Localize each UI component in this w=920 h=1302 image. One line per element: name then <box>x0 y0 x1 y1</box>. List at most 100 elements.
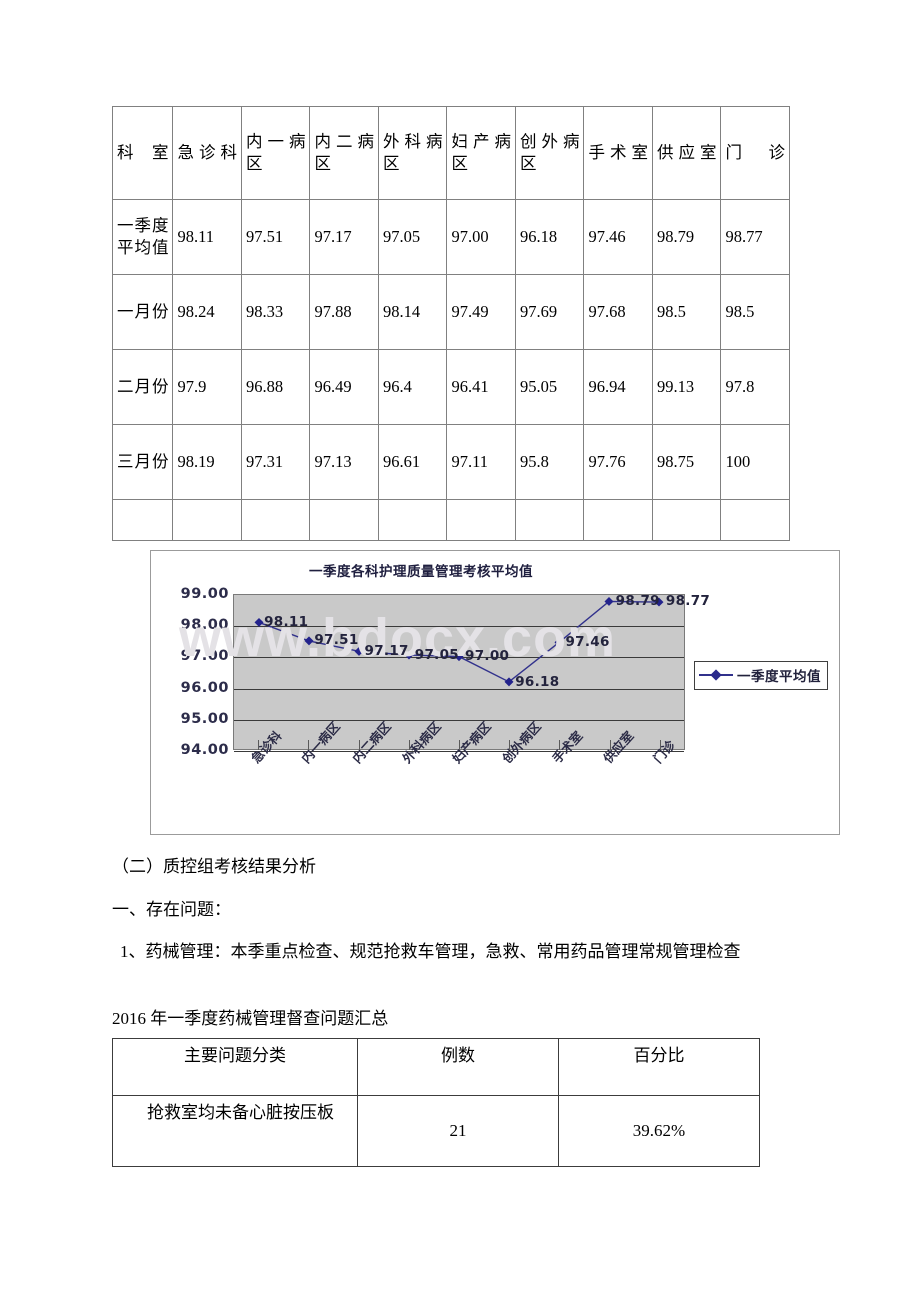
cell-value: 98.5 <box>651 274 722 350</box>
cell-value: 97.17 <box>309 199 379 275</box>
chart-data-label: 97.05 <box>414 646 459 663</box>
empty-cell <box>377 499 448 541</box>
header-cell-supply-room: 供应室 <box>651 106 722 200</box>
cell-value: 96.4 <box>377 349 448 425</box>
table-row-empty <box>111 499 790 541</box>
y-axis-tick-label: 97.00 <box>180 648 229 665</box>
header-percentage: 百分比 <box>558 1038 760 1096</box>
cell-count: 21 <box>357 1095 559 1167</box>
x-axis-tick-mark <box>559 740 560 750</box>
quarterly-scores-table: 科室 急诊科 内一病区 内二病区 外科病区 妇产病区 创外病区 手术室 供应室 … <box>111 106 790 541</box>
table-header-row: 主要问题分类 例数 百分比 <box>112 1038 760 1096</box>
cell-value: 98.5 <box>720 274 790 350</box>
cell-value: 98.11 <box>172 199 242 275</box>
cell-value: 98.24 <box>172 274 242 350</box>
header-label: 妇产病区 <box>451 132 511 173</box>
cell-value: 97.9 <box>172 349 242 425</box>
cell-value: 98.19 <box>172 424 242 500</box>
y-axis-tick-label: 96.00 <box>180 679 229 696</box>
row-label-january: 一月份 <box>111 274 174 350</box>
cell-value: 97.8 <box>720 349 790 425</box>
header-cell-internal-2: 内二病区 <box>309 106 379 200</box>
row-label-quarter-average: 一季度平均值 <box>111 199 174 275</box>
cell-percent: 39.62% <box>558 1095 760 1167</box>
x-axis-tick-mark <box>509 740 510 750</box>
empty-cell <box>240 499 311 541</box>
header-cell-internal-1: 内一病区 <box>240 106 311 200</box>
chart-data-label: 97.51 <box>314 632 359 649</box>
y-axis: 99.00 98.00 97.00 96.00 95.00 94.00 <box>163 586 229 758</box>
chart-data-label: 98.11 <box>264 613 309 630</box>
header-cell-outpatient: 门诊 <box>720 106 790 200</box>
header-label: 供应室 <box>656 143 717 163</box>
empty-cell <box>583 499 653 541</box>
table-row: 抢救室均未备心脏按压板 21 39.62% <box>112 1095 760 1167</box>
section-heading-analysis: （二）质控组考核结果分析 <box>112 857 316 876</box>
chart-data-label: 98.77 <box>665 593 711 610</box>
table-caption-2016-summary: 2016 年一季度药械管理督查问题汇总 <box>112 1009 389 1028</box>
header-cell-surgery-ward: 外科病区 <box>377 106 448 200</box>
header-label: 手术室 <box>588 143 648 163</box>
header-label: 外科病区 <box>382 132 443 173</box>
cell-value: 95.05 <box>514 349 585 425</box>
cell-value: 97.31 <box>240 424 311 500</box>
cell-issue-text: 抢救室均未备心脏按压板 <box>112 1095 358 1167</box>
cell-value: 96.49 <box>309 349 379 425</box>
table-header-row: 科室 急诊科 内一病区 内二病区 外科病区 妇产病区 创外病区 手术室 供应室 … <box>111 106 790 200</box>
cell-value: 99.13 <box>651 349 722 425</box>
chart-title: 一季度各科护理质量管理考核平均值 <box>309 564 533 580</box>
chart-data-label: 97.17 <box>364 643 409 660</box>
y-axis-tick-label: 99.00 <box>180 586 229 602</box>
cell-value: 98.75 <box>651 424 722 500</box>
nursing-quality-line-chart: 一季度各科护理质量管理考核平均值 www.bdocx.com 99.00 98.0… <box>150 550 840 835</box>
cell-value: 96.41 <box>446 349 516 425</box>
empty-cell <box>446 499 516 541</box>
cell-value: 96.88 <box>240 349 311 425</box>
legend-label: 一季度平均值 <box>737 669 821 685</box>
header-label: 内二病区 <box>314 132 374 173</box>
cell-value: 97.88 <box>309 274 379 350</box>
row-label-text: 一月份 <box>117 302 169 322</box>
header-cell-emergency: 急诊科 <box>172 106 242 200</box>
chart-data-label: 97.00 <box>465 648 510 665</box>
issue-summary-table: 主要问题分类 例数 百分比 抢救室均未备心脏按压板 21 39.62% <box>112 1038 760 1167</box>
x-axis-tick-mark <box>258 740 259 750</box>
x-axis-tick-mark <box>610 740 611 750</box>
header-label: 创外病区 <box>519 132 580 173</box>
cell-value: 96.94 <box>583 349 653 425</box>
cell-value: 98.14 <box>377 274 448 350</box>
table-row: 一季度平均值 98.11 97.51 97.17 97.05 97.00 96.… <box>111 199 790 275</box>
row-label-text: 一季度平均值 <box>117 216 169 257</box>
header-label: 门诊 <box>725 143 785 163</box>
x-axis: 急诊科 内一病区 内二病区 外科病区 妇产病区 创外病区 手术室 供应室 门诊 <box>233 719 685 810</box>
cell-value: 97.05 <box>377 199 448 275</box>
header-cell-operating-room: 手术室 <box>583 106 653 200</box>
x-axis-tick-mark <box>459 740 460 750</box>
table-row: 二月份 97.9 96.88 96.49 96.4 96.41 95.05 96… <box>111 349 790 425</box>
cell-value: 97.11 <box>446 424 516 500</box>
row-label-march: 三月份 <box>111 424 174 500</box>
cell-value: 100 <box>720 424 790 500</box>
cell-value: 97.76 <box>583 424 653 500</box>
chart-data-label: 97.46 <box>565 634 610 651</box>
y-axis-tick-label: 94.00 <box>180 742 229 758</box>
cell-value: 97.69 <box>514 274 585 350</box>
table-row: 一月份 98.24 98.33 97.88 98.14 97.49 97.69 … <box>111 274 790 350</box>
x-axis-tick-mark <box>308 740 309 750</box>
y-axis-tick-label: 98.00 <box>180 617 229 634</box>
chart-data-label: 98.79 <box>615 592 660 609</box>
header-label: 急诊科 <box>177 143 237 163</box>
chart-legend: 一季度平均值 <box>694 661 828 690</box>
cell-value: 97.49 <box>446 274 516 350</box>
header-issue-category: 主要问题分类 <box>112 1038 358 1096</box>
y-axis-tick-label: 95.00 <box>180 710 229 727</box>
table-row: 三月份 98.19 97.31 97.13 96.61 97.11 95.8 9… <box>111 424 790 500</box>
header-cell-dept: 科室 <box>111 106 174 200</box>
cell-value: 97.51 <box>240 199 311 275</box>
cell-value: 96.61 <box>377 424 448 500</box>
cell-value: 95.8 <box>514 424 585 500</box>
empty-cell <box>172 499 242 541</box>
row-label-text: 三月份 <box>117 452 169 472</box>
cell-value: 96.18 <box>514 199 585 275</box>
row-label-text: 二月份 <box>117 377 169 397</box>
